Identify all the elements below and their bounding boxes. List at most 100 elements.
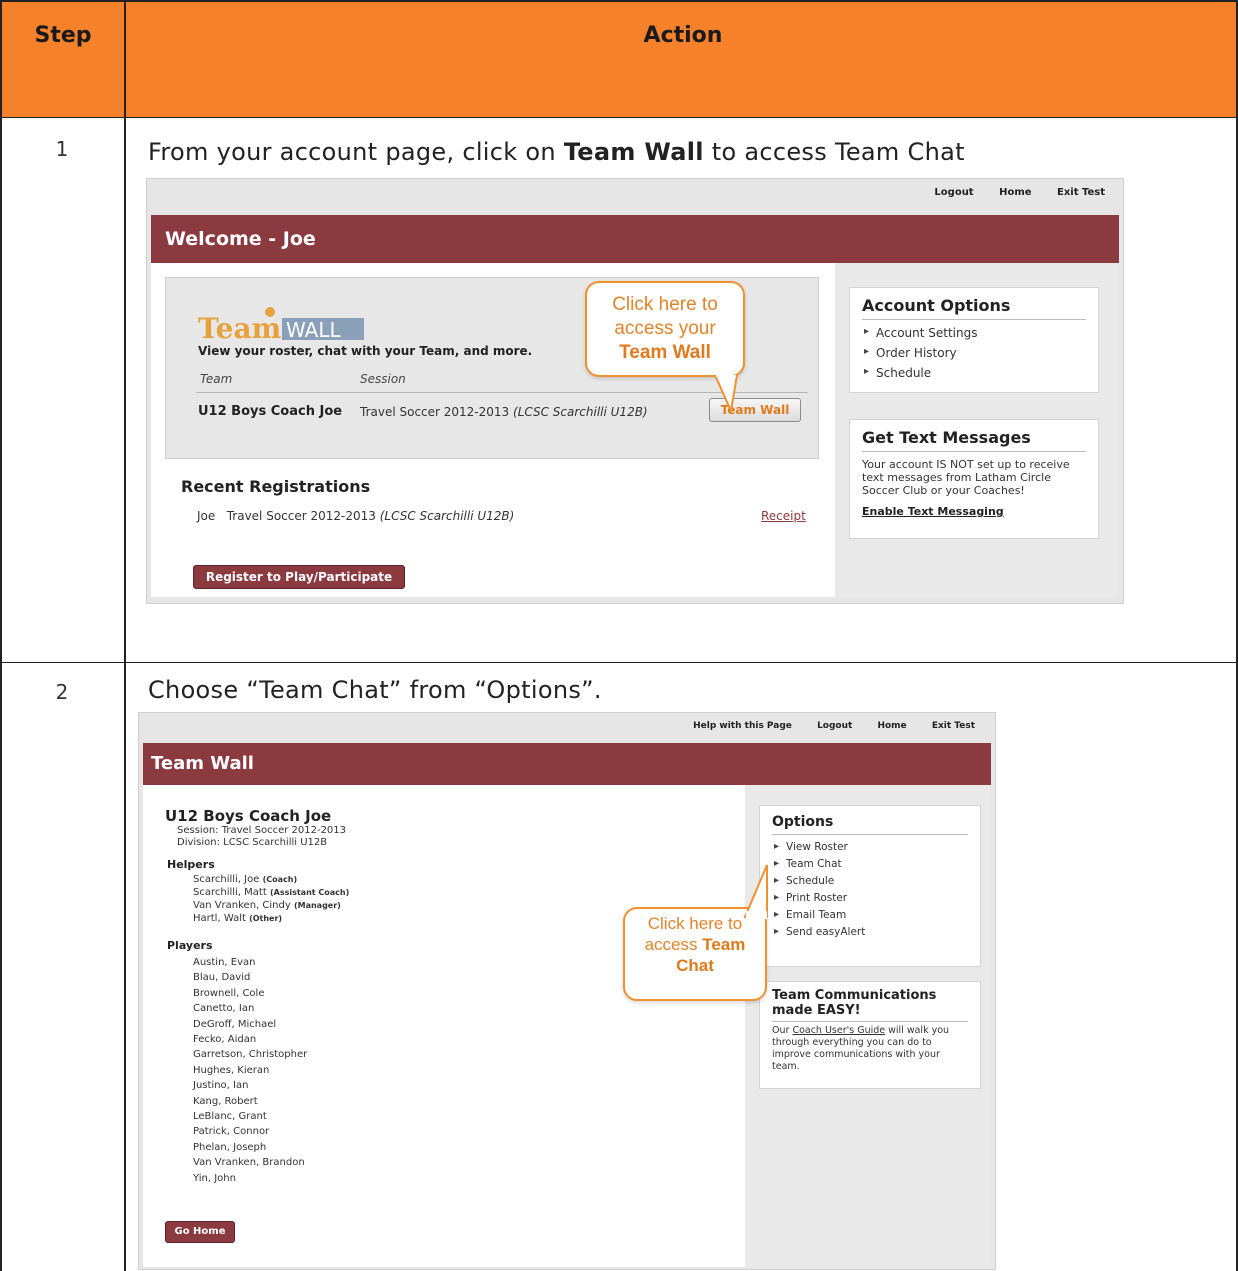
option-team-chat[interactable]: Team Chat bbox=[774, 858, 968, 870]
divider bbox=[862, 451, 1086, 452]
go-home-button[interactable]: Go Home bbox=[165, 1221, 235, 1243]
screenshot-team-wall: Help with this Page Logout Home Exit Tes… bbox=[138, 712, 996, 1270]
top-nav: Help with this Page Logout Home Exit Tes… bbox=[671, 721, 975, 731]
player-row: Kang, Robert bbox=[193, 1095, 258, 1107]
callout-bold: Team bbox=[702, 935, 746, 954]
step-number-2: 2 bbox=[55, 680, 69, 704]
nav-home[interactable]: Home bbox=[877, 721, 906, 731]
grid-line bbox=[0, 0, 1238, 2]
helpers-list: Scarchilli, Joe (Coach) Scarchilli, Matt … bbox=[193, 873, 349, 925]
col-team: Team bbox=[200, 372, 233, 386]
svg-text:Team: Team bbox=[198, 312, 281, 345]
reg-detail: (LCSC Scarchilli U12B) bbox=[379, 509, 515, 523]
reg-session: Travel Soccer 2012-2013 bbox=[226, 509, 376, 523]
sidebar: Account Options Account Settings Order H… bbox=[835, 263, 1119, 597]
grid-line bbox=[0, 662, 1238, 663]
nav-help[interactable]: Help with this Page bbox=[693, 721, 792, 731]
enable-text-messaging-link[interactable]: Enable Text Messaging bbox=[862, 505, 1086, 518]
text-messages-box: Get Text Messages Your account IS NOT se… bbox=[849, 419, 1099, 539]
team-session: Travel Soccer 2012-2013 (LCSC Scarchilli… bbox=[360, 405, 648, 419]
account-settings-link[interactable]: Account Settings bbox=[864, 326, 1086, 340]
nav-exit-test[interactable]: Exit Test bbox=[932, 721, 975, 731]
callout-team-chat: Click here to access Team Chat bbox=[623, 907, 767, 1001]
helper-name: Scarchilli, Joe bbox=[193, 874, 260, 885]
sidebar: Options View Roster Team Chat Schedule P… bbox=[745, 785, 991, 1267]
instruction-table: Step Action 1 From your account page, cl… bbox=[0, 0, 1238, 1271]
main-panel: U12 Boys Coach Joe Session: Travel Socce… bbox=[143, 785, 745, 1267]
header-action: Action bbox=[643, 23, 723, 48]
grid-line bbox=[0, 117, 1238, 118]
step-1-text-end: to access Team Chat bbox=[703, 138, 965, 166]
helper-name: Van Vranken, Cindy bbox=[193, 900, 291, 911]
options-box: Options View Roster Team Chat Schedule P… bbox=[759, 805, 981, 967]
player-row: Justino, Ian bbox=[193, 1080, 249, 1092]
player-row: Brownell, Cole bbox=[193, 987, 265, 999]
account-options-box: Account Options Account Settings Order H… bbox=[849, 287, 1099, 393]
player-row: DeGroff, Michael bbox=[193, 1018, 277, 1030]
step-number-1: 1 bbox=[55, 137, 69, 161]
helper-row: Scarchilli, Joe (Coach) bbox=[193, 873, 349, 886]
col-session: Session bbox=[360, 372, 406, 386]
divider bbox=[772, 834, 968, 835]
comm-title-line: Team Communications bbox=[772, 988, 937, 1003]
nav-logout[interactable]: Logout bbox=[934, 187, 973, 198]
account-options-title: Account Options bbox=[862, 296, 1011, 315]
option-send-easyalert[interactable]: Send easyAlert bbox=[774, 926, 968, 938]
helper-role: (Coach) bbox=[262, 875, 298, 884]
helper-role: (Manager) bbox=[293, 901, 341, 910]
players-list: Austin, Evan Blau, David Brownell, Cole Can… bbox=[193, 955, 307, 1186]
tagline: View your roster, chat with your Team, a… bbox=[198, 344, 533, 358]
callout-team-wall: Click here to access your Team Wall bbox=[585, 281, 745, 377]
register-button[interactable]: Register to Play/Participate bbox=[193, 565, 405, 589]
svg-text:WALL: WALL bbox=[286, 318, 342, 342]
player-row: Canetto, Ian bbox=[193, 1003, 255, 1015]
options-title: Options bbox=[772, 814, 834, 830]
step-1-instruction: From your account page, click on Team Wa… bbox=[148, 138, 965, 166]
callout-line: Click here to bbox=[612, 294, 718, 315]
player-row: Fecko, Aidan bbox=[193, 1034, 257, 1046]
team-wall-banner: Team Wall bbox=[143, 743, 991, 785]
order-history-link[interactable]: Order History bbox=[864, 346, 1086, 360]
helper-name: Hartl, Walt bbox=[193, 913, 246, 924]
callout-pointer bbox=[743, 864, 768, 919]
nav-exit-test[interactable]: Exit Test bbox=[1057, 187, 1105, 198]
communications-body: Our Coach User's Guide will walk you thr… bbox=[772, 1025, 968, 1073]
step-2-instruction: Choose “Team Chat” from “Options”. bbox=[148, 676, 602, 704]
nav-home[interactable]: Home bbox=[999, 187, 1031, 198]
player-row: Phelan, Joseph bbox=[193, 1141, 267, 1153]
text-messages-body: Your account IS NOT set up to receive te… bbox=[862, 458, 1070, 497]
callout-bold: Team Wall bbox=[619, 342, 711, 363]
session-line: Session: Travel Soccer 2012-2013 bbox=[177, 825, 347, 836]
option-view-roster[interactable]: View Roster bbox=[774, 841, 968, 853]
teamwall-logo: Team WALL bbox=[198, 306, 368, 345]
session-detail: (LCSC Scarchilli U12B) bbox=[513, 405, 648, 419]
callout-line: access bbox=[644, 935, 703, 954]
step-1-bold: Team Wall bbox=[563, 138, 704, 166]
helper-row: Hartl, Walt (Other) bbox=[193, 912, 349, 925]
callout-bold: Chat bbox=[676, 956, 714, 975]
callout-pointer bbox=[713, 375, 739, 415]
player-row: Patrick, Connor bbox=[193, 1126, 270, 1138]
option-schedule[interactable]: Schedule bbox=[774, 875, 968, 887]
top-nav: Logout Home Exit Test bbox=[912, 187, 1105, 198]
player-row: Van Vranken, Brandon bbox=[193, 1157, 305, 1169]
option-print-roster[interactable]: Print Roster bbox=[774, 892, 968, 904]
coach-guide-link[interactable]: Coach User's Guide bbox=[792, 1025, 885, 1036]
player-row: Blau, David bbox=[193, 972, 251, 984]
comm-title-line: made EASY! bbox=[772, 1003, 861, 1018]
registration-row: Joe Travel Soccer 2012-2013 (LCSC Scarch… bbox=[197, 509, 514, 523]
grid-line bbox=[124, 0, 126, 1271]
team-name: U12 Boys Coach Joe bbox=[165, 807, 332, 825]
receipt-link[interactable]: Receipt bbox=[761, 509, 806, 523]
team-info: Session: Travel Soccer 2012-2013 Divisio… bbox=[177, 825, 346, 849]
player-row: LeBlanc, Grant bbox=[193, 1111, 267, 1123]
communications-box: Team Communications made EASY! Our Coach … bbox=[759, 981, 981, 1089]
option-email-team[interactable]: Email Team bbox=[774, 909, 968, 921]
team-name: U12 Boys Coach Joe bbox=[198, 404, 343, 419]
screenshot-account-page: Logout Home Exit Test Welcome - Joe Team… bbox=[146, 178, 1124, 604]
step-1-text: From your account page, click on bbox=[148, 138, 564, 166]
schedule-link[interactable]: Schedule bbox=[864, 366, 1086, 380]
table-header: Step Action bbox=[1, 1, 1237, 117]
nav-logout[interactable]: Logout bbox=[817, 721, 852, 731]
header-step: Step bbox=[34, 23, 92, 48]
